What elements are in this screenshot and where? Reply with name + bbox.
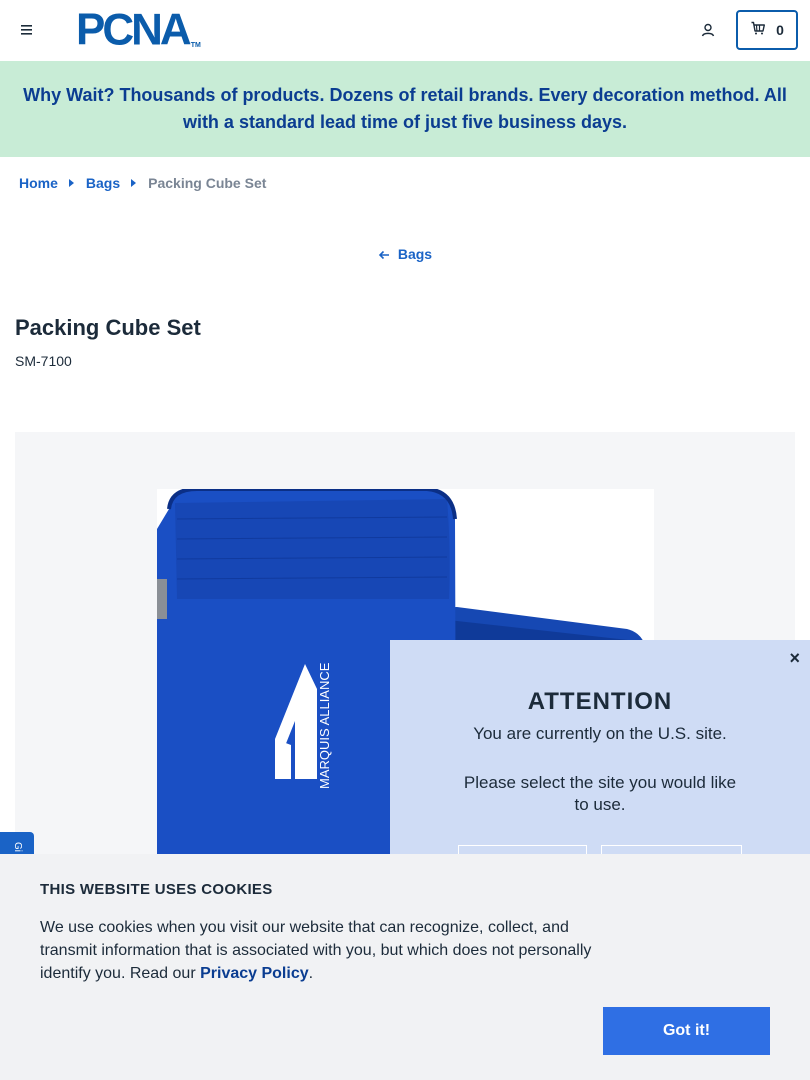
site-selection-modal: × ATTENTION You are currently on the U.S…: [390, 640, 810, 885]
site-header: PCNA TM 0: [0, 0, 810, 61]
promo-text: Why Wait? Thousands of products. Dozens …: [23, 85, 787, 132]
privacy-policy-link[interactable]: Privacy Policy: [200, 965, 309, 982]
close-icon[interactable]: ×: [789, 648, 800, 669]
back-link-label: Bags: [397, 246, 433, 262]
cookie-text: We use cookies when you visit our websit…: [40, 916, 610, 985]
cookie-title: THIS WEBSITE USES COOKIES: [40, 881, 273, 898]
breadcrumb-home[interactable]: Home: [19, 175, 58, 191]
cart-button[interactable]: 0: [736, 10, 798, 50]
cart-count: 0: [776, 22, 784, 38]
attention-subtitle: You are currently on the U.S. site.: [473, 724, 727, 743]
cart-icon: [750, 20, 766, 41]
logo-text: PCNA: [76, 4, 192, 55]
breadcrumb-caret-icon: [131, 179, 137, 187]
cookie-banner: THIS WEBSITE USES COOKIES We use cookies…: [0, 854, 810, 1080]
breadcrumb: Home Bags Packing Cube Set: [19, 175, 266, 191]
accept-cookies-button[interactable]: Got it!: [603, 1007, 770, 1055]
user-account-icon[interactable]: [700, 22, 716, 38]
svg-text:MARQUIS ALLIANCE: MARQUIS ALLIANCE: [317, 662, 332, 789]
breadcrumb-current: Packing Cube Set: [148, 175, 267, 191]
product-title: Packing Cube Set: [15, 315, 201, 340]
promo-banner: Why Wait? Thousands of products. Dozens …: [0, 61, 810, 157]
pcna-logo[interactable]: PCNA TM: [76, 4, 201, 55]
product-sku: SM-7100: [15, 353, 72, 369]
cookie-text-end: .: [308, 965, 314, 982]
cookie-body-text: We use cookies when you visit our websit…: [40, 919, 592, 982]
attention-prompt: Please select the site you would like to…: [463, 773, 737, 814]
back-to-bags-link[interactable]: Bags: [0, 246, 810, 262]
arrow-left-icon: [378, 246, 394, 262]
side-tab-label: Gi: [12, 842, 23, 852]
logo-trademark: TM: [190, 42, 201, 49]
hamburger-menu-icon[interactable]: [20, 22, 36, 38]
breadcrumb-caret-icon: [68, 179, 74, 187]
attention-title: ATTENTION: [527, 688, 673, 715]
breadcrumb-bags[interactable]: Bags: [86, 175, 120, 191]
